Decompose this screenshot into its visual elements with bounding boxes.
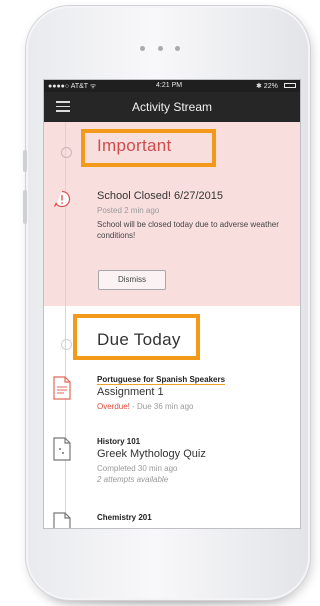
phone-side-button — [23, 150, 27, 172]
status-bar: ●●●●○ AT&T ᯤ 4:21 PM ✱ 22% — [44, 80, 300, 92]
alert-icon — [53, 190, 71, 208]
list-item-title[interactable]: Assignment 1 — [97, 386, 164, 398]
speaker-dot — [140, 45, 145, 51]
list-item-title[interactable]: Greek Mythology Quiz — [97, 448, 206, 460]
battery-level: ✱ 22% — [256, 83, 278, 90]
status-time: 4:21 PM — [156, 82, 183, 89]
alert-message: School will be closed today due to adver… — [97, 220, 279, 240]
dismiss-button[interactable]: Dismiss — [98, 270, 166, 290]
calendar-circle-icon — [61, 339, 72, 350]
speaker-dot — [175, 45, 180, 51]
carrier-signal: ●●●●○ AT&T ᯤ — [48, 83, 97, 90]
list-item-course[interactable]: History 101 — [97, 437, 140, 446]
important-section-title: Important — [97, 136, 172, 155]
document-icon — [53, 376, 71, 400]
quiz-document-icon — [53, 437, 71, 461]
speaker-dot — [157, 45, 163, 51]
list-item-status: Completed 30 min ago — [97, 464, 178, 473]
app-screen: ●●●●○ AT&T ᯤ 4:21 PM ✱ 22% Activity Stre… — [44, 80, 300, 528]
alert-posted-time: Posted 2 min ago — [97, 206, 160, 215]
nav-bar: Activity Stream — [44, 92, 300, 122]
battery-icon — [284, 83, 296, 88]
due-today-section-title: Due Today — [97, 330, 181, 349]
page-title: Activity Stream — [131, 100, 212, 114]
list-item-course[interactable]: Portuguese for Spanish Speakers — [97, 375, 226, 385]
phone-volume-button — [23, 190, 27, 224]
document-icon — [53, 512, 71, 528]
list-item-status: Overdue! - Due 36 min ago — [97, 402, 194, 411]
alert-title: School Closed! 6/27/2015 — [97, 190, 223, 202]
overdue-label: Overdue! — [97, 402, 130, 411]
phone-speaker-dots — [140, 44, 180, 52]
due-time: - Due 36 min ago — [129, 402, 194, 411]
timeline-line — [65, 122, 66, 528]
alert-circle-icon — [61, 147, 72, 158]
list-item-course[interactable]: Chemistry 201 — [97, 513, 152, 522]
list-item-note: 2 attempts available — [97, 475, 169, 484]
